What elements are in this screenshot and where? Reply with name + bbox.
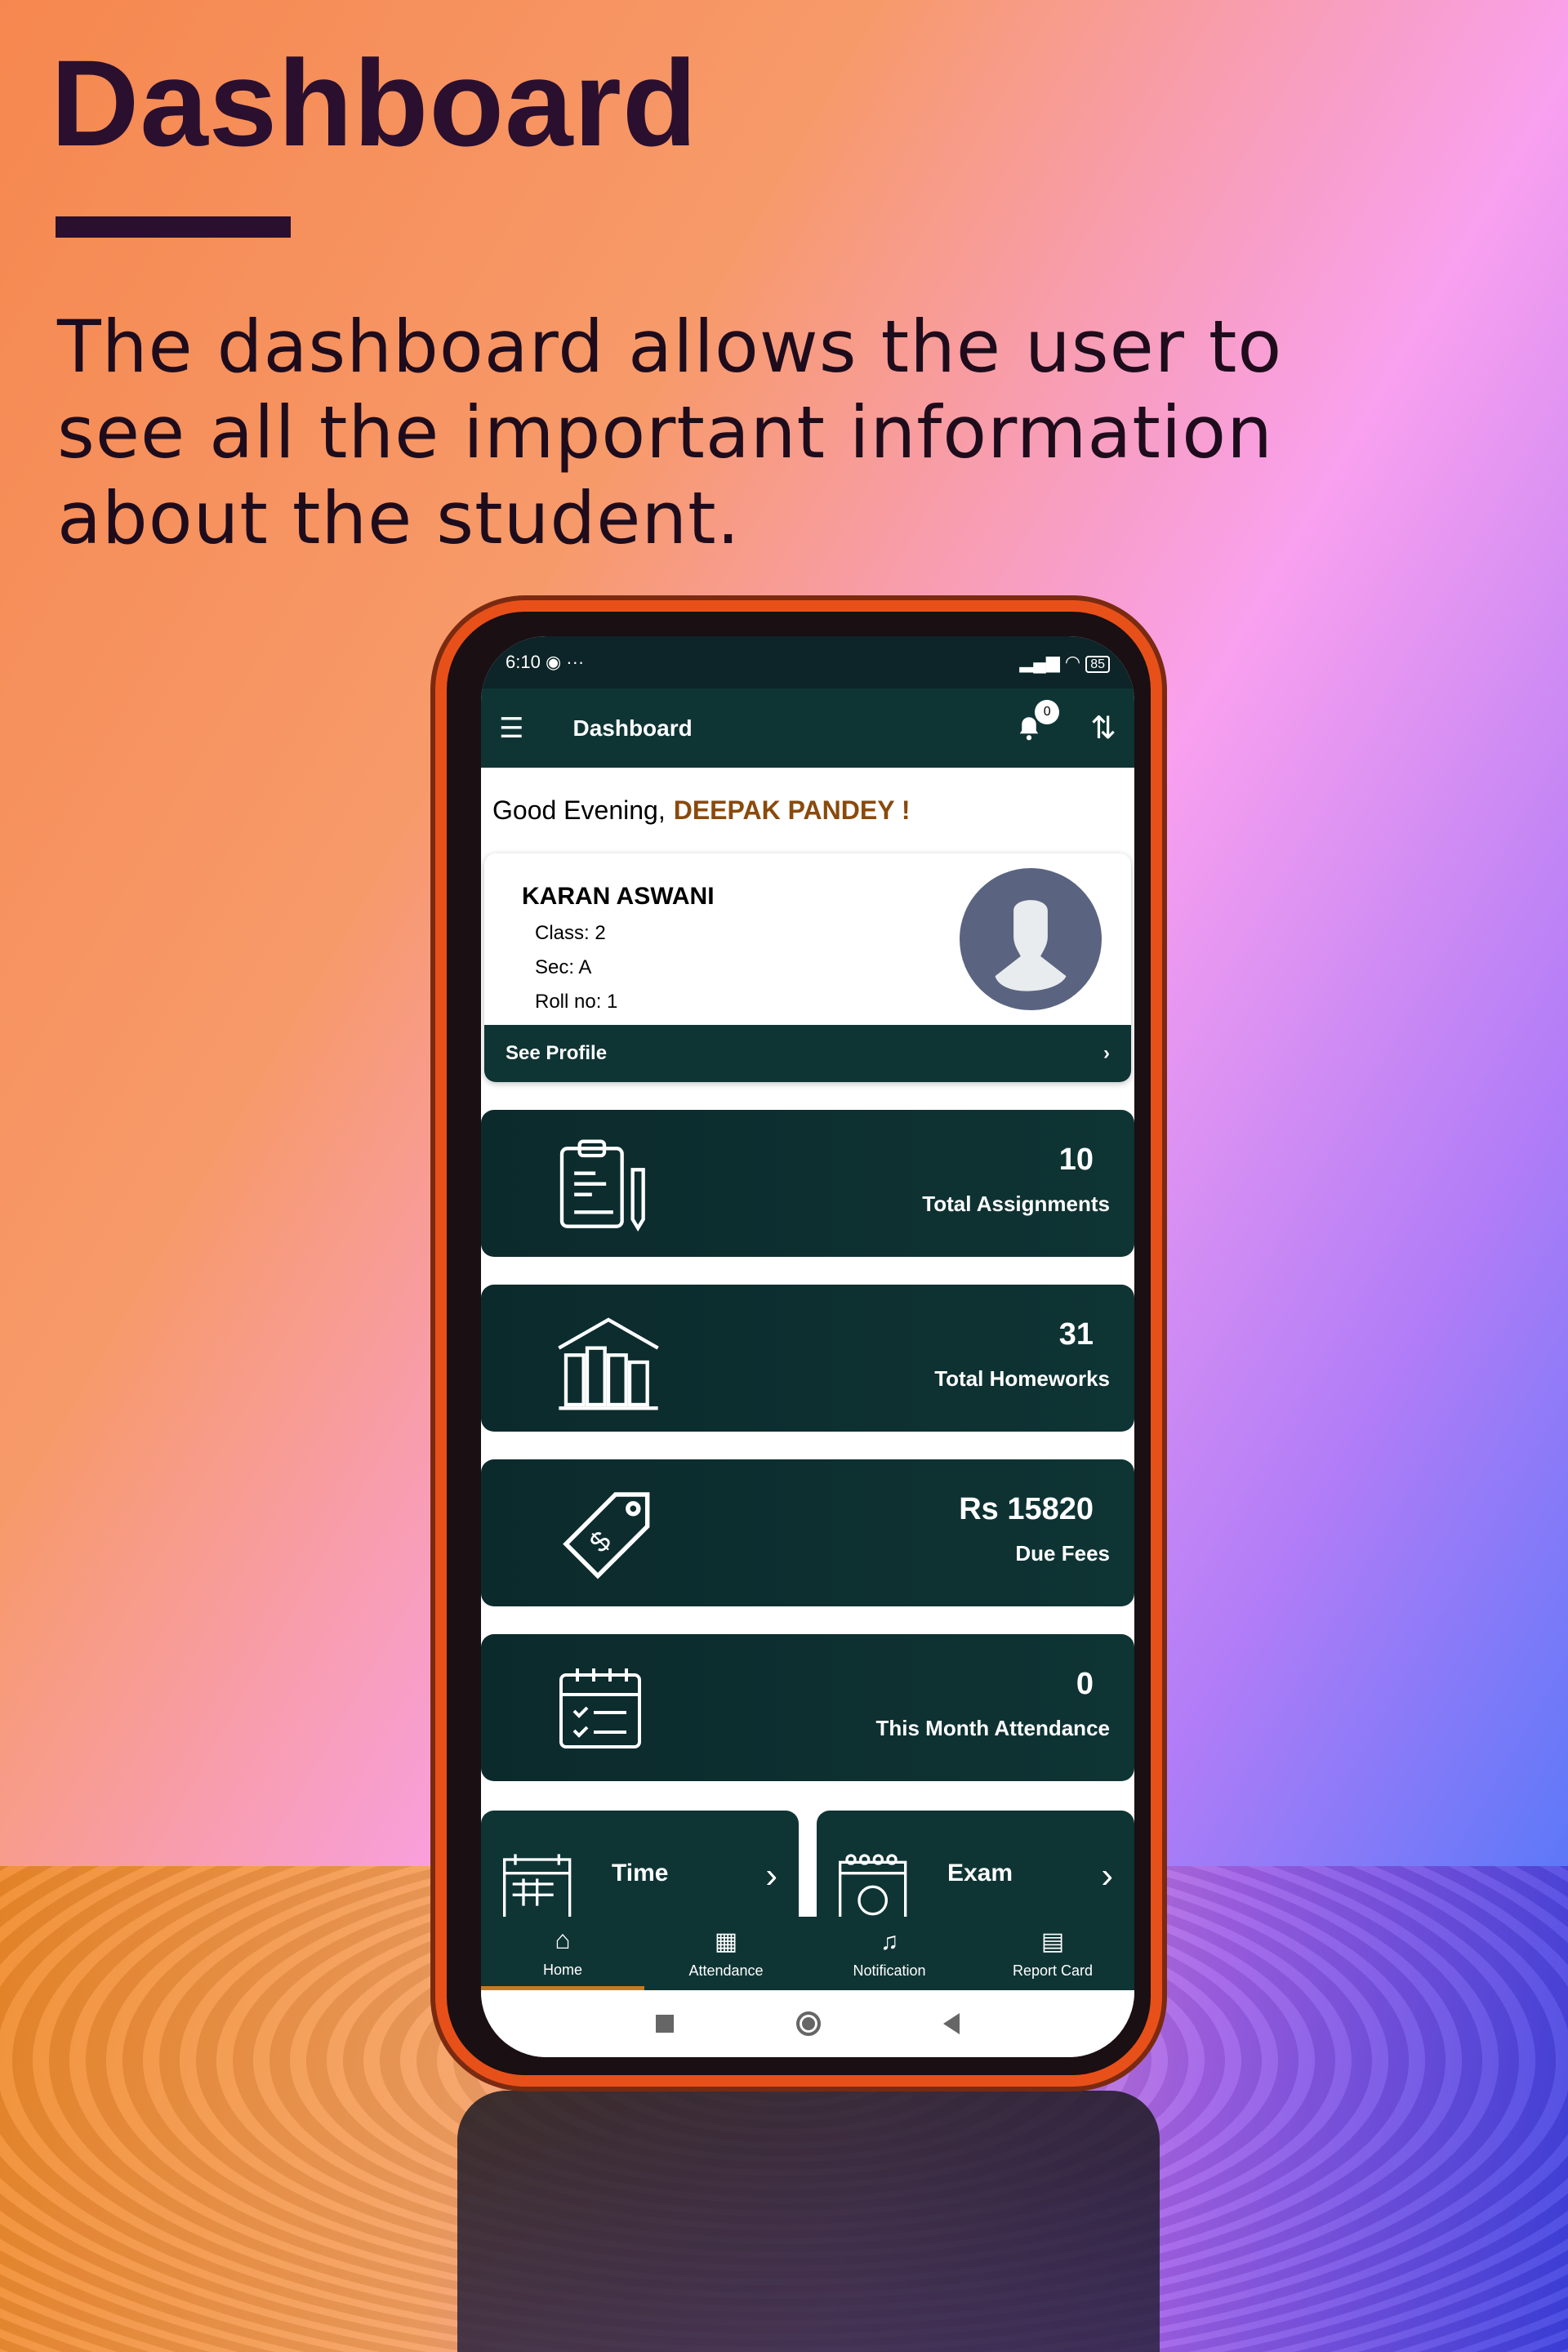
stat-card-assignments[interactable]: 10 Total Assignments	[481, 1110, 1134, 1257]
hero-title: Dashboard	[51, 34, 698, 172]
stat-value: 31	[1058, 1317, 1094, 1352]
bottom-navigation: ⌂ Home ▦ Attendance ♫ Notification ▤ Report …	[481, 1917, 1134, 1990]
app-bar-title: Dashboard	[572, 715, 693, 741]
notification-bell-button[interactable]: 0	[1017, 699, 1060, 742]
nav-label: Home	[542, 1961, 582, 1978]
battery-icon: 85	[1085, 656, 1110, 673]
exam-calendar-icon	[839, 1854, 907, 1924]
signal-icon: ▂▄▆	[1019, 652, 1060, 672]
nav-notification[interactable]: ♫ Notification	[808, 1917, 971, 1990]
phone-reflection	[457, 2091, 1160, 2352]
avatar	[960, 868, 1102, 1010]
app-bar: ☰ Dashboard 0 ⇅	[481, 688, 1134, 768]
timetable-icon	[503, 1854, 572, 1921]
tile-label: Time	[612, 1860, 669, 1886]
stat-label: Total Homeworks	[934, 1366, 1110, 1391]
wifi-icon: ◠	[1064, 652, 1081, 672]
report-card-icon: ▤	[1040, 1928, 1065, 1955]
menu-icon[interactable]: ☰	[499, 712, 523, 745]
stat-value: 0	[1076, 1667, 1094, 1701]
nav-home[interactable]: ⌂ Home	[481, 1917, 644, 1990]
nav-report-card[interactable]: ▤ Report Card	[971, 1917, 1134, 1990]
chevron-right-icon: ›	[1103, 1042, 1110, 1064]
home-system-button[interactable]	[796, 2011, 821, 2036]
status-more: ···	[566, 652, 585, 672]
status-bar: 6:10 ◉ ··· ▂▄▆ ◠ 85	[481, 636, 1134, 688]
clipboard-pencil-icon	[559, 1139, 645, 1232]
nav-attendance[interactable]: ▦ Attendance	[644, 1917, 808, 1990]
stat-label: This Month Attendance	[875, 1716, 1110, 1740]
back-button[interactable]	[943, 2013, 960, 2034]
nav-label: Attendance	[688, 1962, 764, 1979]
hero-description: The dashboard allows the user to see all…	[57, 305, 1283, 560]
greeting-name: DEEPAK PANDEY !	[673, 795, 911, 825]
home-icon: ⌂	[555, 1924, 571, 1954]
stat-card-attendance[interactable]: 0 This Month Attendance	[481, 1634, 1134, 1781]
see-profile-label: See Profile	[506, 1042, 608, 1064]
status-time: 6:10	[506, 652, 541, 672]
attendance-icon: ▦	[714, 1928, 738, 1955]
stat-card-due-fees[interactable]: $ Rs 15820 Due Fees	[481, 1459, 1134, 1606]
notification-badge: 0	[1035, 699, 1060, 724]
switch-account-icon[interactable]: ⇅	[1090, 710, 1116, 746]
greeting: Good Evening, DEEPAK PANDEY !	[481, 768, 1134, 853]
svg-text:$: $	[584, 1526, 617, 1559]
price-tag-icon: $	[563, 1492, 650, 1579]
calendar-check-icon	[559, 1668, 641, 1748]
see-profile-button[interactable]: See Profile ›	[484, 1025, 1131, 1082]
bell-icon: ♫	[880, 1927, 899, 1955]
person-silhouette-icon	[995, 900, 1067, 991]
stat-value: 10	[1058, 1143, 1094, 1177]
system-navigation-bar	[481, 1990, 1134, 2057]
stat-card-homeworks[interactable]: 31 Total Homeworks	[481, 1285, 1134, 1432]
recents-button[interactable]	[656, 2015, 674, 2033]
title-underline	[56, 216, 291, 238]
chevron-right-icon: ›	[765, 1855, 777, 1895]
nav-label: Report Card	[1012, 1962, 1094, 1979]
library-icon	[558, 1317, 659, 1410]
tile-label: Exam	[947, 1860, 1013, 1886]
student-profile-card: KARAN ASWANI Class: 2 Sec: A Roll no: 1 …	[484, 853, 1131, 1082]
chevron-right-icon: ›	[1101, 1855, 1113, 1895]
stat-label: Total Assignments	[922, 1192, 1110, 1216]
stat-label: Due Fees	[1015, 1541, 1110, 1566]
stat-value: Rs 15820	[959, 1492, 1094, 1526]
greeting-prefix: Good Evening,	[492, 795, 666, 825]
phone-screen: 6:10 ◉ ··· ▂▄▆ ◠ 85 ☰ Dashboard 0 ⇅ Good…	[481, 636, 1134, 2057]
phone-mockup: 6:10 ◉ ··· ▂▄▆ ◠ 85 ☰ Dashboard 0 ⇅ Good…	[435, 600, 1162, 2087]
nav-label: Notification	[853, 1962, 926, 1979]
